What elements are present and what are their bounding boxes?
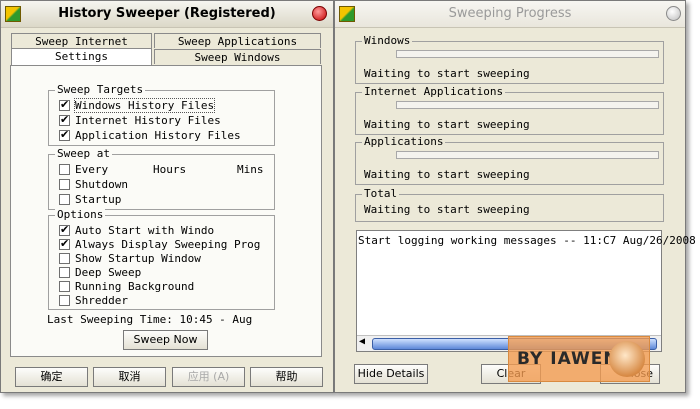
hours-label: Hours (153, 163, 187, 176)
hide-details-button[interactable]: Hide Details (354, 364, 428, 384)
checkbox-label: Shutdown (75, 178, 128, 191)
internet-applications-progress-bar (396, 101, 659, 109)
total-status: Waiting to start sweeping (364, 203, 530, 216)
checkbox-label: Deep Sweep (75, 266, 142, 279)
checkbox-label: Show Startup Window (75, 252, 201, 265)
watermark-text: BY IAWEN (517, 349, 619, 369)
close-icon[interactable] (312, 6, 327, 21)
checkbox-label: Windows History Files (73, 98, 216, 113)
checkbox-label: Application History Files (75, 129, 241, 142)
application-history-checkbox[interactable]: Application History Files (59, 128, 241, 142)
checkbox-label: Always Display Sweeping Prog (75, 238, 261, 251)
watermark-logo: BY IAWEN (508, 336, 650, 382)
options-group: Options Auto Start with Windo Always Dis… (48, 208, 275, 310)
always-display-checkbox[interactable]: Always Display Sweeping Prog (59, 237, 261, 251)
checkbox-box[interactable] (59, 113, 70, 126)
checkbox-box[interactable] (59, 267, 70, 278)
watermark-face-icon (609, 341, 645, 377)
ok-button[interactable]: 确定 (15, 367, 88, 387)
window-title: Sweeping Progress (448, 6, 572, 21)
sweep-now-button[interactable]: Sweep Now (123, 330, 208, 350)
total-group: Total Waiting to start sweeping (355, 187, 664, 222)
applications-label: Applications (362, 135, 446, 148)
log-textbox[interactable]: Start logging working messages -- 11:C7 … (356, 230, 696, 352)
checkbox-box[interactable] (59, 253, 70, 264)
windows-progress-label: Windows (362, 34, 413, 47)
startup-checkbox[interactable]: Startup (59, 193, 121, 206)
running-background-checkbox[interactable]: Running Background (59, 280, 194, 293)
deep-sweep-checkbox[interactable]: Deep Sweep (59, 266, 141, 279)
last-sweeping-time: Last Sweeping Time: 10:45 - Aug (47, 313, 253, 326)
auto-start-checkbox[interactable]: Auto Start with Windo (59, 223, 215, 237)
checkbox-box[interactable] (59, 164, 70, 175)
close-icon[interactable] (666, 6, 681, 21)
windows-history-checkbox[interactable]: Windows History Files (59, 98, 216, 113)
checkbox-label: Internet History Files (75, 114, 221, 127)
checkbox-box[interactable] (59, 295, 70, 306)
shutdown-checkbox[interactable]: Shutdown (59, 178, 128, 191)
checkbox-box[interactable] (59, 179, 70, 190)
checkbox-label: Shredder (75, 294, 128, 307)
title-bar[interactable]: Sweeping Progress (335, 1, 685, 28)
checkbox-label: Startup (75, 193, 122, 206)
sweep-targets-label: Sweep Targets (55, 83, 146, 96)
windows-progress-group: Windows Waiting to start sweeping (355, 34, 664, 84)
checkbox-box[interactable] (59, 128, 70, 141)
sweep-at-label: Sweep at (55, 147, 112, 160)
checkbox-box[interactable] (59, 223, 70, 236)
applications-status: Waiting to start sweeping (364, 168, 530, 181)
title-bar[interactable]: History Sweeper (Registered) (1, 1, 333, 28)
show-startup-checkbox[interactable]: Show Startup Window (59, 252, 201, 265)
scroll-left-icon[interactable]: ◀ (359, 336, 365, 347)
log-message: Start logging working messages -- 11:C7 … (358, 234, 696, 247)
checkbox-box[interactable] (59, 281, 70, 292)
checkbox-box[interactable] (59, 194, 70, 205)
options-label: Options (55, 208, 106, 221)
checkbox-box[interactable] (59, 237, 70, 250)
tab-sweep-windows[interactable]: Sweep Windows (154, 49, 321, 64)
settings-panel: Sweep Targets Windows History Files Inte… (10, 65, 322, 357)
cancel-button[interactable]: 取消 (93, 367, 166, 387)
internet-applications-group: Internet Applications Waiting to start s… (355, 85, 664, 135)
checkbox-label: Every (75, 163, 109, 176)
applications-progress-bar (396, 151, 659, 159)
checkbox-box[interactable] (59, 98, 70, 111)
help-button[interactable]: 帮助 (250, 367, 323, 387)
internet-applications-label: Internet Applications (362, 85, 506, 98)
windows-progress-bar (396, 50, 659, 58)
mins-label: Mins (237, 163, 264, 176)
internet-applications-status: Waiting to start sweeping (364, 118, 530, 131)
tab-settings[interactable]: Settings (11, 48, 152, 65)
sweep-targets-group: Sweep Targets Windows History Files Inte… (48, 83, 275, 146)
sweep-at-group: Sweep at Every Hours Mins Shutdown Start… (48, 147, 275, 210)
every-checkbox[interactable]: Every (59, 163, 108, 176)
internet-history-checkbox[interactable]: Internet History Files (59, 113, 221, 127)
apply-button[interactable]: 应用 (A) (172, 367, 245, 387)
tab-sweep-internet[interactable]: Sweep Internet (11, 33, 152, 48)
checkbox-label: Running Background (75, 280, 195, 293)
checkbox-label: Auto Start with Windo (75, 224, 215, 237)
window-title: History Sweeper (Registered) (58, 6, 276, 21)
windows-status: Waiting to start sweeping (364, 67, 530, 80)
applications-group: Applications Waiting to start sweeping (355, 135, 664, 185)
shredder-checkbox[interactable]: Shredder (59, 294, 128, 307)
total-label: Total (362, 187, 400, 200)
tab-sweep-applications[interactable]: Sweep Applications (154, 33, 321, 48)
